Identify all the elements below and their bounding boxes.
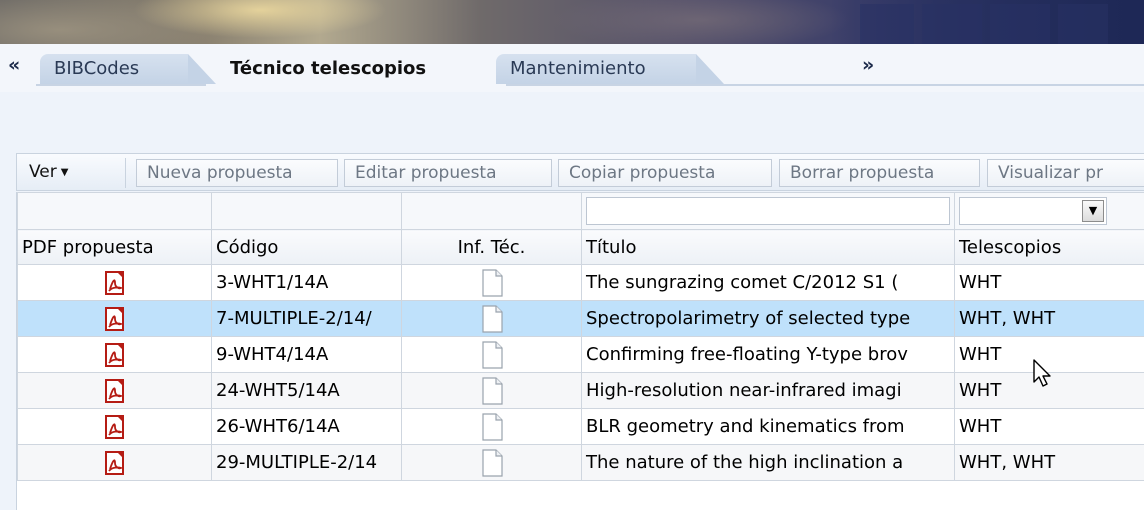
codigo-cell: 26-WHT6/14A [211, 408, 402, 445]
tab-mantenimiento[interactable]: Mantenimiento [496, 54, 724, 84]
pdf-cell [17, 264, 212, 301]
tabs-prev-arrow[interactable]: « [8, 54, 20, 76]
telescopios-cell: WHT, WHT [954, 444, 1144, 481]
column-header-inf-tec[interactable]: Inf. Téc. [401, 229, 582, 265]
banner-block [860, 4, 914, 44]
filter-cell: ▼ [954, 192, 1144, 230]
table-row[interactable]: 9-WHT4/14A Confirming free-floating Y-typ… [17, 336, 1144, 373]
codigo-cell: 29-MULTIPLE-2/14 [211, 444, 402, 481]
pdf-icon[interactable] [103, 342, 127, 368]
pdf-cell [17, 300, 212, 337]
titulo-filter-input[interactable] [586, 197, 950, 225]
titulo-cell: The nature of the high inclination a [581, 444, 955, 481]
codigo-cell: 3-WHT1/14A [211, 264, 402, 301]
table-row[interactable]: 29-MULTIPLE-2/14 The nature of the high i… [17, 444, 1144, 481]
mouse-pointer-icon [1033, 359, 1051, 387]
inf-tec-cell [401, 300, 582, 337]
table-row[interactable]: 7-MULTIPLE-2/14/Spectropolarimetry of se… [17, 300, 1144, 337]
filter-cell [401, 192, 582, 230]
titulo-cell: The sungrazing comet C/2012 S1 ( [581, 264, 955, 301]
titulo-cell: High-resolution near-infrared imagi [581, 372, 955, 409]
visualizar-propuesta-button[interactable]: Visualizar pr [987, 159, 1144, 187]
tab-tecnico-telescopios[interactable]: Técnico telescopios [216, 54, 486, 84]
tabs-next-arrow[interactable]: » [862, 54, 874, 76]
column-header-pdf[interactable]: PDF propuesta [17, 229, 212, 265]
column-header-telescopios[interactable]: Telescopios [954, 229, 1144, 265]
document-icon[interactable] [479, 268, 505, 298]
filter-row: ▼ [17, 192, 1144, 230]
pdf-icon[interactable] [103, 414, 127, 440]
banner-block [990, 4, 1050, 44]
inf-tec-cell [401, 336, 582, 373]
tab-strip: « BIBCodes Técnico telescopios Mantenimi… [0, 44, 1144, 92]
pdf-cell [17, 372, 212, 409]
pdf-cell [17, 408, 212, 445]
telescopios-cell: WHT [954, 264, 1144, 301]
document-icon[interactable] [479, 304, 505, 334]
chevron-down-icon: ▼ [60, 167, 69, 178]
toolbar: Ver ▼ Nueva propuesta Editar propuesta Co… [16, 153, 1144, 191]
table-row[interactable]: 3-WHT1/14A The sungrazing comet C/2012 S1… [17, 264, 1144, 301]
pdf-icon[interactable] [103, 450, 127, 476]
tab-divider [36, 84, 1144, 86]
pdf-icon[interactable] [103, 378, 127, 404]
tab-active-gap [206, 84, 506, 86]
borrar-propuesta-button[interactable]: Borrar propuesta [779, 159, 980, 187]
document-icon[interactable] [479, 412, 505, 442]
nueva-propuesta-button[interactable]: Nueva propuesta [136, 159, 338, 187]
table-row[interactable]: 26-WHT6/14A BLR geometry and kinematics f… [17, 408, 1144, 445]
inf-tec-cell [401, 408, 582, 445]
banner-block [922, 4, 982, 44]
titulo-cell: BLR geometry and kinematics from [581, 408, 955, 445]
ver-menu-button[interactable]: Ver ▼ [23, 159, 74, 187]
telescopios-cell: WHT, WHT [954, 300, 1144, 337]
codigo-cell: 7-MULTIPLE-2/14/ [211, 300, 402, 337]
pdf-icon[interactable] [103, 306, 127, 332]
column-header-codigo[interactable]: Código [211, 229, 402, 265]
document-icon[interactable] [479, 376, 505, 406]
filter-cell [581, 192, 955, 230]
telescopios-cell: WHT [954, 408, 1144, 445]
header-banner [0, 0, 1144, 44]
copiar-propuesta-button[interactable]: Copiar propuesta [558, 159, 772, 187]
pdf-icon[interactable] [103, 270, 127, 296]
ver-label: Ver [29, 162, 57, 182]
column-header-titulo[interactable]: Título [581, 229, 955, 265]
pdf-cell [17, 444, 212, 481]
toolbar-separator [125, 158, 126, 188]
header-row: PDF propuesta Código Inf. Téc. Título Te… [17, 229, 1144, 265]
filter-cell [17, 192, 212, 230]
titulo-cell: Confirming free-floating Y-type brov [581, 336, 955, 373]
editar-propuesta-button[interactable]: Editar propuesta [344, 159, 552, 187]
codigo-cell: 9-WHT4/14A [211, 336, 402, 373]
proposals-grid: ▼ PDF propuesta Código Inf. Téc. Título … [16, 192, 1144, 510]
document-icon[interactable] [479, 340, 505, 370]
table-row[interactable]: 24-WHT5/14A High-resolution near-infrared… [17, 372, 1144, 409]
inf-tec-cell [401, 444, 582, 481]
dropdown-arrow-icon[interactable]: ▼ [1082, 200, 1104, 222]
inf-tec-cell [401, 264, 582, 301]
document-icon[interactable] [479, 448, 505, 478]
filter-cell [211, 192, 402, 230]
pdf-cell [17, 336, 212, 373]
telescopios-filter-select[interactable]: ▼ [959, 197, 1107, 225]
banner-block [1058, 4, 1108, 44]
tab-bibcodes[interactable]: BIBCodes [40, 54, 216, 84]
codigo-cell: 24-WHT5/14A [211, 372, 402, 409]
inf-tec-cell [401, 372, 582, 409]
titulo-cell: Spectropolarimetry of selected type [581, 300, 955, 337]
